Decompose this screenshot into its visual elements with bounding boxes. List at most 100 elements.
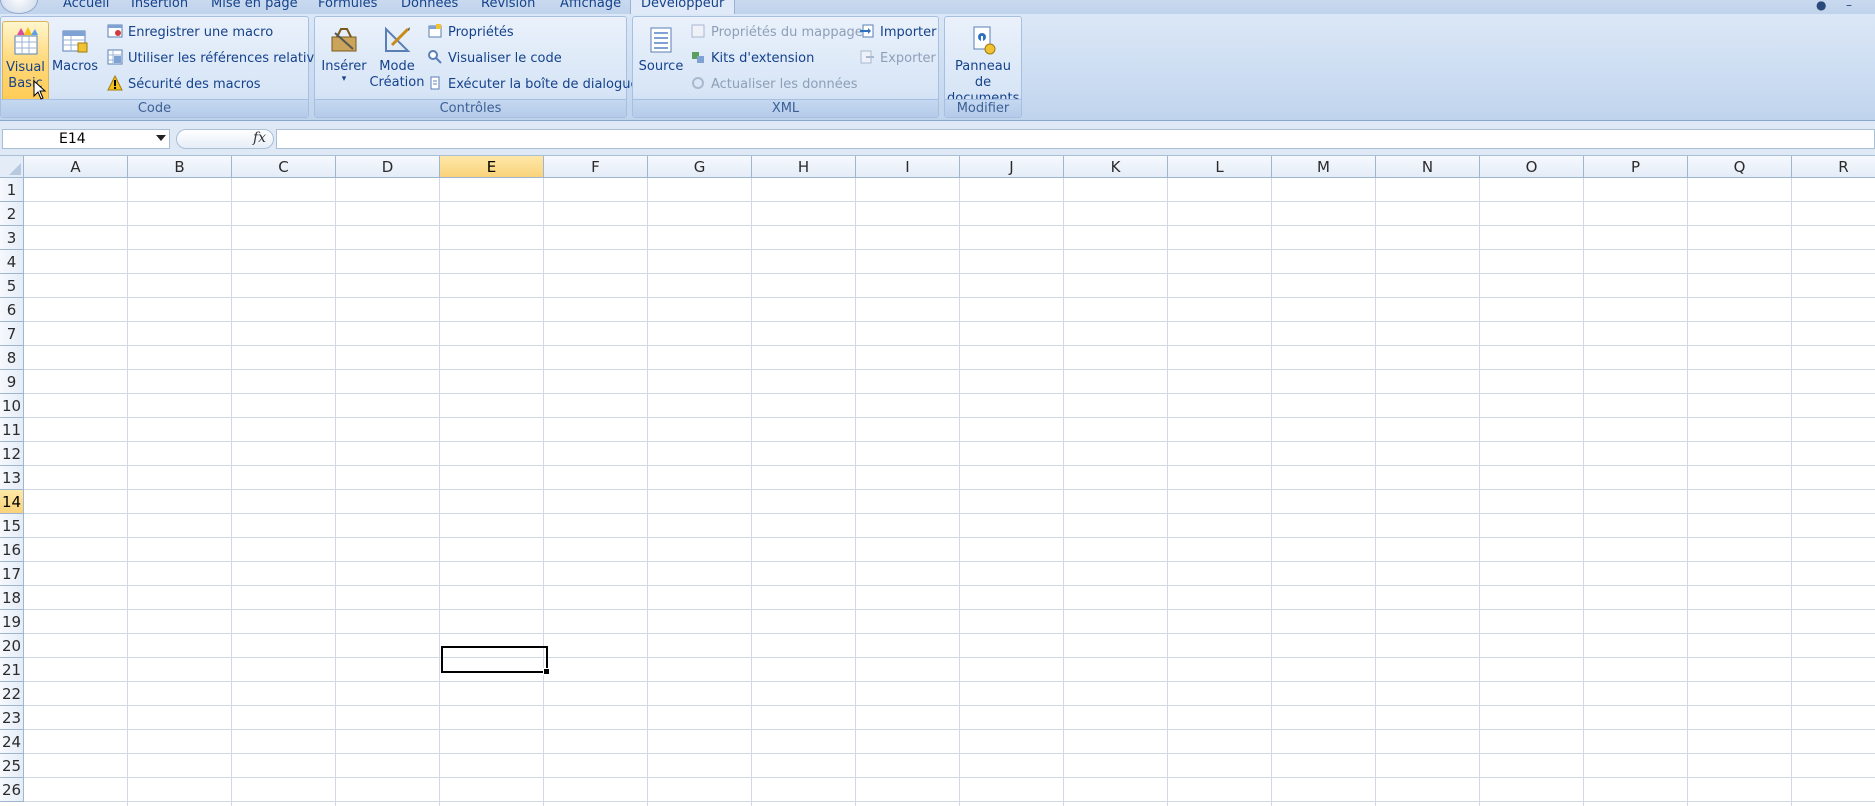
column-header-a[interactable]: A	[24, 156, 128, 178]
run-dialog-label: Exécuter la boîte de dialogue	[448, 77, 639, 92]
select-all-button[interactable]	[0, 156, 24, 178]
row-header-10[interactable]: 10	[0, 394, 24, 418]
tab-revision[interactable]: Révision	[481, 0, 535, 14]
row-header-1[interactable]: 1	[0, 178, 24, 202]
properties-label: Propriétés	[448, 25, 514, 40]
row-header-7[interactable]: 7	[0, 322, 24, 346]
macros-icon	[62, 30, 88, 53]
column-header-p[interactable]: P	[1584, 156, 1688, 178]
document-panel-button[interactable]: Panneau de documents	[947, 21, 1019, 106]
column-header-n[interactable]: N	[1376, 156, 1480, 178]
visual-basic-icon	[14, 27, 38, 55]
row-header-9[interactable]: 9	[0, 370, 24, 394]
design-mode-button[interactable]: Mode Création	[369, 21, 425, 101]
column-header-c[interactable]: C	[232, 156, 336, 178]
row-header-4[interactable]: 4	[0, 250, 24, 274]
group-label-controles: Contrôles	[315, 99, 626, 117]
refresh-data-button[interactable]: Actualiser les données	[690, 75, 858, 95]
row-header-3[interactable]: 3	[0, 226, 24, 250]
ribbon-tab-strip: Accueil Insertion Mise en page Formules …	[0, 0, 1875, 14]
row-header-8[interactable]: 8	[0, 346, 24, 370]
spreadsheet-grid: ABCDEFGHIJKLMNOPQR 1 2 3 4 5 6 7 8 9 10 11 12 13 14 15…	[0, 156, 1875, 806]
column-header-d[interactable]: D	[336, 156, 440, 178]
insert-control-button[interactable]: Insérer ▾	[319, 21, 369, 101]
row-header-2[interactable]: 2	[0, 202, 24, 226]
properties-button[interactable]: Propriétés	[427, 23, 514, 43]
column-header-e[interactable]: E	[440, 156, 544, 178]
macro-security-button[interactable]: Sécurité des macros	[107, 75, 261, 95]
column-header-k[interactable]: K	[1064, 156, 1168, 178]
ribbon: Visual Basic Macros Enregistrer une macr…	[0, 14, 1875, 121]
document-panel-icon	[973, 26, 996, 55]
xml-source-button[interactable]: Source	[637, 21, 685, 101]
group-label-modifier: Modifier	[945, 99, 1021, 117]
tab-formules[interactable]: Formules	[318, 0, 377, 14]
column-header-b[interactable]: B	[128, 156, 232, 178]
row-header-5[interactable]: 5	[0, 274, 24, 298]
record-macro-label: Enregistrer une macro	[128, 25, 274, 40]
column-header-g[interactable]: G	[648, 156, 752, 178]
toolbox-icon	[331, 28, 357, 52]
export-button[interactable]: Exporter	[859, 49, 936, 69]
row-header-13[interactable]: 13	[0, 466, 24, 490]
view-code-icon	[428, 50, 442, 64]
minimize-icon[interactable]: –	[1846, 0, 1852, 12]
row-header-26[interactable]: 26	[0, 778, 24, 802]
row-header-24[interactable]: 24	[0, 730, 24, 754]
relative-references-button[interactable]: Utiliser les références relatives	[107, 49, 329, 69]
name-box-dropdown-icon[interactable]	[156, 135, 166, 141]
row-header-16[interactable]: 16	[0, 538, 24, 562]
tab-mise-en-page[interactable]: Mise en page	[211, 0, 298, 14]
tab-donnees[interactable]: Données	[401, 0, 458, 14]
record-macro-button[interactable]: Enregistrer une macro	[107, 23, 273, 43]
insert-function-icon[interactable]: fx	[253, 130, 266, 146]
row-header-22[interactable]: 22	[0, 682, 24, 706]
map-properties-label: Propriétés du mappage	[711, 25, 863, 40]
export-label: Exporter	[880, 51, 936, 66]
macros-button[interactable]: Macros	[51, 21, 99, 101]
name-box[interactable]: E14	[2, 129, 170, 149]
xml-source-label: Source	[638, 59, 684, 74]
column-header-i[interactable]: I	[856, 156, 960, 178]
column-header-l[interactable]: L	[1168, 156, 1272, 178]
help-icon[interactable]: ●	[1816, 0, 1826, 12]
view-code-label: Visualiser le code	[448, 51, 562, 66]
column-header-q[interactable]: Q	[1688, 156, 1792, 178]
active-cell[interactable]	[441, 646, 550, 675]
formula-input[interactable]	[276, 129, 1875, 149]
row-header-17[interactable]: 17	[0, 562, 24, 586]
run-dialog-button[interactable]: Exécuter la boîte de dialogue	[427, 75, 639, 95]
column-header-j[interactable]: J	[960, 156, 1064, 178]
group-xml: Source Propriétés du mappage Kits d'exte…	[632, 16, 939, 118]
group-label-xml: XML	[633, 99, 938, 117]
tab-developpeur[interactable]: Développeur	[630, 0, 736, 14]
expansion-packs-icon	[692, 52, 704, 63]
import-button[interactable]: Importer	[859, 23, 937, 43]
column-header-r[interactable]: R	[1792, 156, 1875, 178]
expansion-packs-button[interactable]: Kits d'extension	[690, 49, 814, 69]
cell-area[interactable]	[24, 178, 1875, 806]
column-header-o[interactable]: O	[1480, 156, 1584, 178]
tab-affichage[interactable]: Affichage	[560, 0, 621, 14]
row-header-23[interactable]: 23	[0, 706, 24, 730]
row-header-14[interactable]: 14	[0, 490, 24, 514]
row-header-6[interactable]: 6	[0, 298, 24, 322]
column-header-m[interactable]: M	[1272, 156, 1376, 178]
row-header-21[interactable]: 21	[0, 658, 24, 682]
row-header-18[interactable]: 18	[0, 586, 24, 610]
column-header-f[interactable]: F	[544, 156, 648, 178]
map-properties-button[interactable]: Propriétés du mappage	[690, 23, 863, 43]
row-header-11[interactable]: 11	[0, 418, 24, 442]
design-mode-label: Mode Création	[369, 59, 425, 90]
row-header-12[interactable]: 12	[0, 442, 24, 466]
column-header-h[interactable]: H	[752, 156, 856, 178]
warning-icon	[107, 75, 123, 91]
row-header-19[interactable]: 19	[0, 610, 24, 634]
view-code-button[interactable]: Visualiser le code	[427, 49, 562, 69]
tab-insertion[interactable]: Insertion	[131, 0, 188, 14]
row-header-25[interactable]: 25	[0, 754, 24, 778]
tab-accueil[interactable]: Accueil	[63, 0, 109, 14]
row-header-20[interactable]: 20	[0, 634, 24, 658]
office-button[interactable]	[0, 0, 38, 14]
row-header-15[interactable]: 15	[0, 514, 24, 538]
